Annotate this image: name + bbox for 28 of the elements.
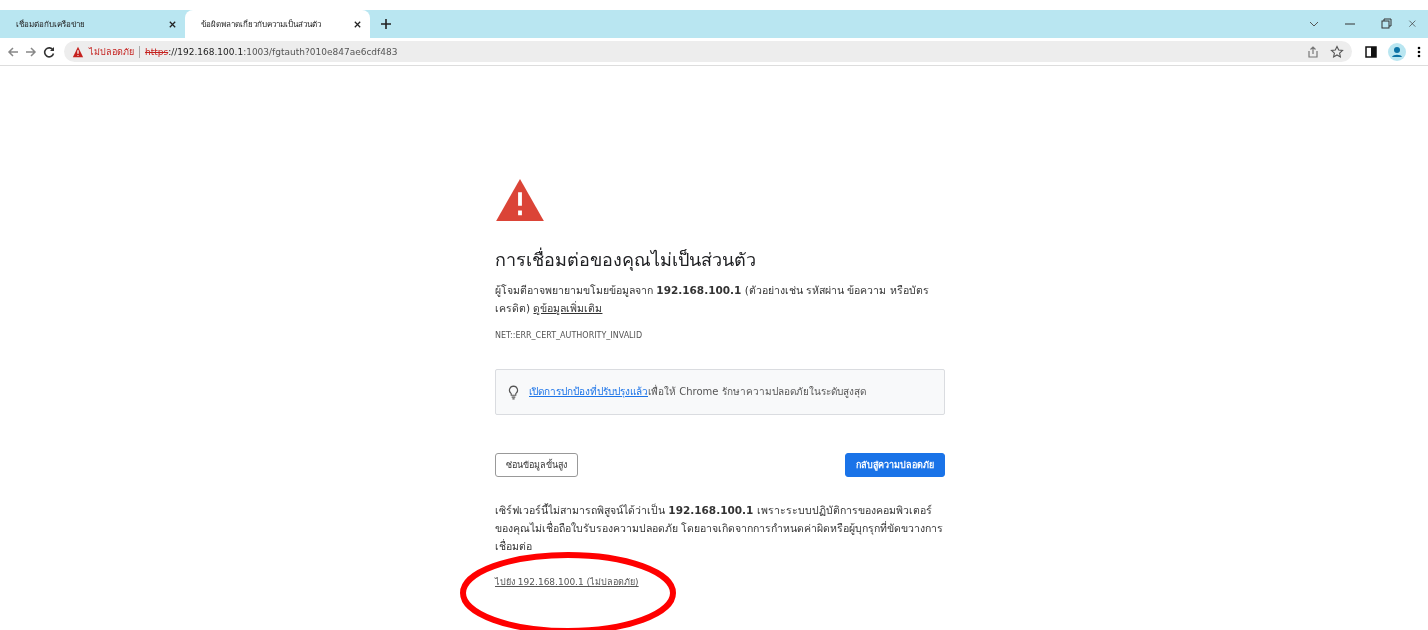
browser-tab[interactable]: เชื่อมต่อกับเครือข่าย (0, 10, 185, 38)
side-panel-icon[interactable] (1364, 44, 1378, 59)
new-tab-icon[interactable] (380, 18, 392, 30)
page-heading: การเชื่อมต่อของคุณไม่เป็นส่วนตัว (495, 247, 757, 273)
address-bar[interactable]: ไม่ปลอดภัย https://192.168.100.1:1003/fgtauth?010e847ae6cdf483 (64, 41, 1352, 62)
warning-icon (72, 45, 84, 58)
details-paragraph: เซิร์ฟเวอร์นี้ไม่สามารถพิสูจน์ได้ว่าเป็น 192.168.100.1 เพราะระบบปฏิบัติการของคอมพิวเตอร์ของคุณไม่เชื่อถือใบรับรองความปลอดภัย โดยอาจเกิดจากการกำหนดค่าผิดหรือผู้บุกรุกที่ขัดขวางการเชื่อมต่อ (495, 502, 945, 554)
learn-more-link[interactable]: ดูข้อมูลเพิ่มเติม (533, 302, 603, 314)
advanced-button[interactable]: ซ่อนข้อมูลขั้นสูง (495, 453, 578, 477)
back-to-safety-button[interactable]: กลับสู่ความปลอดภัย (845, 453, 945, 477)
warning-icon (495, 179, 545, 221)
enhanced-protection-link[interactable]: เปิดการปกป้องที่ปรับปรุงแล้ว (529, 386, 648, 397)
url-text: https://192.168.100.1:1003/fgtauth?010e847ae6cdf483 (145, 46, 398, 57)
browser-tab[interactable]: ข้อผิดพลาดเกี่ยวกับความเป็นส่วนตัว (185, 10, 370, 38)
error-code: NET::ERR_CERT_AUTHORITY_INVALID (495, 330, 644, 342)
back-icon[interactable] (6, 44, 20, 59)
profile-avatar-icon[interactable] (1388, 42, 1406, 61)
menu-icon[interactable] (1416, 44, 1422, 59)
star-icon[interactable] (1330, 44, 1344, 59)
close-icon[interactable] (353, 19, 362, 29)
proceed-link[interactable]: ไปยัง 192.168.100.1 (ไม่ปลอดภัย) (495, 573, 639, 591)
tip-text: เปิดการปกป้องที่ปรับปรุงแล้วเพื่อให้ Chrome รักษาความปลอดภัยในระดับสูงสุด (529, 383, 866, 400)
share-icon[interactable] (1306, 44, 1320, 59)
reload-icon[interactable] (42, 44, 56, 59)
intro-paragraph: ผู้โจมตีอาจพยายามขโมยข้อมูลจาก 192.168.100.1 (ตัวอย่างเช่น รหัสผ่าน ข้อความ หรือบัตรเครดิต) ดูข้อมูลเพิ่มเติม (495, 283, 930, 317)
close-icon[interactable] (168, 19, 177, 29)
security-label[interactable]: ไม่ปลอดภัย (89, 44, 134, 59)
lightbulb-icon (508, 384, 519, 400)
